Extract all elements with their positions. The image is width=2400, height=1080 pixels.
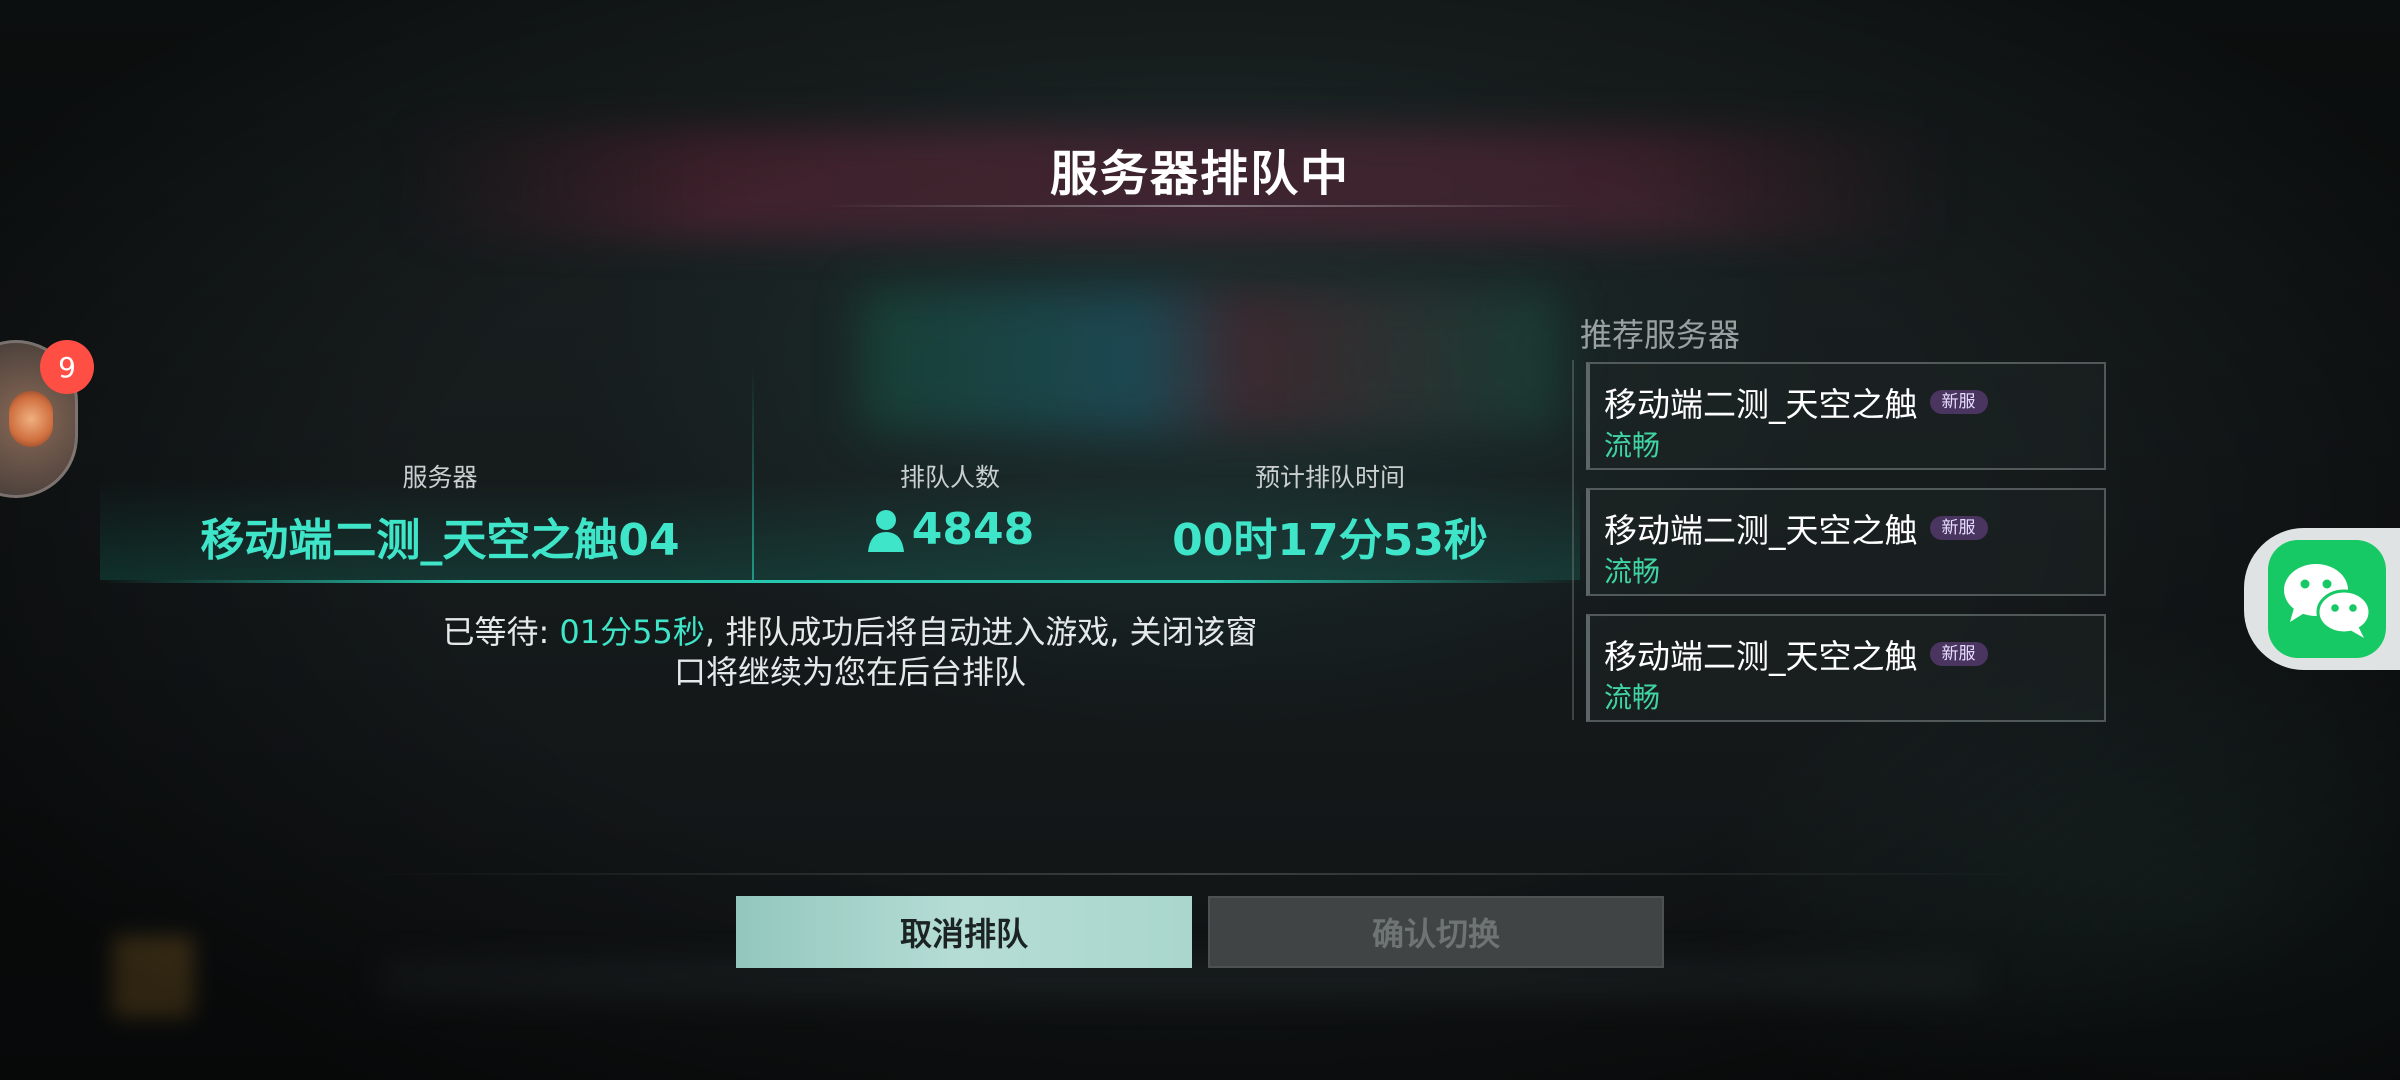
wechat-bubbles-icon: [2284, 564, 2372, 638]
wait-message-line2: 口将继续为您在后台排队: [673, 653, 1026, 691]
new-server-badge: 新服: [1929, 390, 1988, 414]
server-status: 流畅: [1604, 555, 1661, 588]
person-icon: [867, 509, 904, 552]
eta-value: 00时17分53秒: [1172, 515, 1488, 566]
recommend-server-name-row: 移动端二测_天空之触 新服: [1604, 630, 1988, 678]
recommend-server-card[interactable]: 移动端二测_天空之触 新服 流畅: [1586, 488, 2106, 596]
eta-label: 预计排队时间: [1254, 463, 1405, 492]
wechat-float-button[interactable]: [2244, 528, 2400, 670]
info-column-divider: [752, 370, 754, 580]
queue-count-value: 4848: [911, 504, 1035, 555]
background-item: [112, 936, 194, 1018]
recommend-server-name: 移动端二测_天空之触: [1604, 385, 1918, 424]
recommend-title: 推荐服务器: [1580, 316, 1741, 354]
recommend-divider: [1572, 360, 1574, 720]
notification-badge: 9: [40, 340, 94, 394]
server-label: 服务器: [402, 463, 478, 492]
info-divider: [100, 580, 1580, 583]
eta-info: 预计排队时间 00时17分53秒: [1150, 458, 1510, 568]
wait-message-line1: 已等待: 01分55秒, 排队成功后将自动进入游戏, 关闭该窗: [400, 612, 1300, 652]
recommend-server-name: 移动端二测_天空之触: [1604, 511, 1918, 550]
recommend-server-name: 移动端二测_天空之触: [1604, 637, 1918, 676]
new-server-badge: 新服: [1929, 642, 1988, 666]
title-divider: [820, 205, 1580, 207]
server-status: 流畅: [1604, 429, 1661, 462]
recommend-server-name-row: 移动端二测_天空之触 新服: [1604, 504, 1988, 552]
new-server-badge: 新服: [1929, 516, 1988, 540]
wechat-icon: [2268, 540, 2386, 658]
button-divider: [360, 873, 2040, 875]
queue-count-label: 排队人数: [899, 463, 1000, 492]
wait-elapsed: 01分55秒: [559, 613, 705, 651]
queue-count: 4848: [780, 504, 1120, 555]
recommend-server-name-row: 移动端二测_天空之触 新服: [1604, 378, 1988, 426]
confirm-switch-button[interactable]: 确认切换: [1208, 896, 1664, 968]
wait-message: 已等待: 01分55秒, 排队成功后将自动进入游戏, 关闭该窗 口将继续为您在后…: [400, 612, 1300, 692]
wait-prefix: 已等待:: [442, 613, 560, 651]
recommend-server-card[interactable]: 移动端二测_天空之触 新服 流畅: [1586, 614, 2106, 722]
server-value: 移动端二测_天空之触04: [200, 515, 680, 566]
server-info: 服务器 移动端二测_天空之触04: [180, 458, 700, 568]
queue-count-info: 排队人数 4848: [780, 458, 1120, 555]
recommend-server-card[interactable]: 移动端二测_天空之触 新服 流畅: [1586, 362, 2106, 470]
wait-line1-rest: , 排队成功后将自动进入游戏, 关闭该窗: [704, 613, 1258, 651]
cancel-queue-button[interactable]: 取消排队: [736, 896, 1192, 968]
server-status: 流畅: [1604, 681, 1661, 714]
queue-screen: 服务器排队中 服务器 移动端二测_天空之触04 排队人数 4848 预计排队时间…: [0, 0, 2400, 1080]
background-logo: [860, 290, 1560, 430]
page-title: 服务器排队中: [1049, 146, 1350, 202]
avatar-face: [9, 391, 53, 447]
